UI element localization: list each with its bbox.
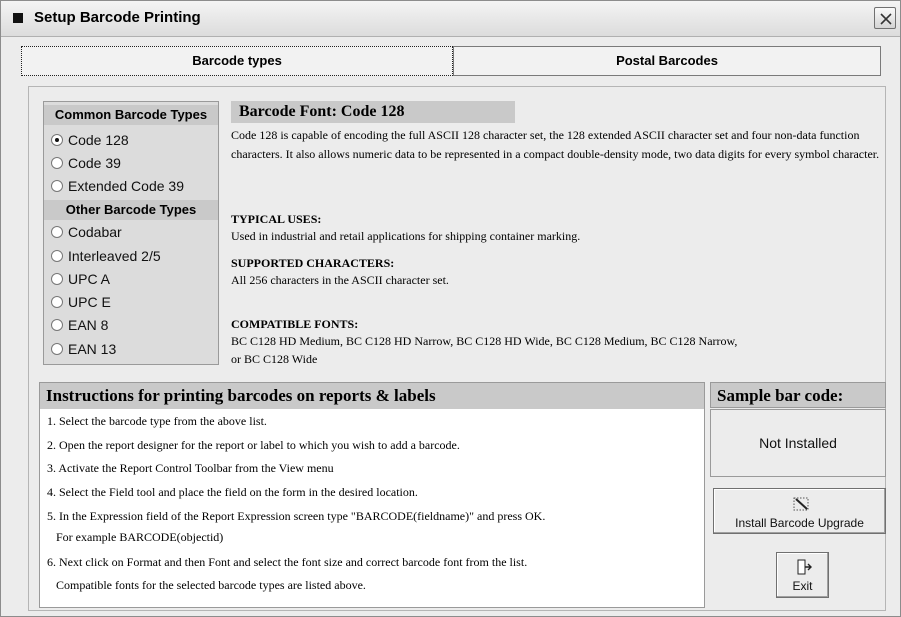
instruction-line: 4. Select the Field tool and place the f…: [47, 485, 418, 499]
radio-label: Code 39: [68, 155, 121, 171]
instruction-line: 6. Next click on Format and then Font an…: [47, 555, 528, 569]
radio-label: Codabar: [68, 224, 122, 240]
radio-label: Interleaved 2/5: [68, 248, 161, 264]
radio-label: Code 128: [68, 132, 129, 148]
radio-label: EAN 13: [68, 341, 117, 357]
tab-barcode-types[interactable]: Barcode types: [21, 46, 453, 76]
radio-icon: [51, 226, 63, 238]
radio-extended-code-39[interactable]: Extended Code 39: [51, 175, 184, 197]
typical-uses-heading: TYPICAL USES:: [231, 212, 322, 226]
instruction-line: 5. In the Expression field of the Report…: [47, 509, 546, 523]
exit-button-label: Exit: [792, 579, 813, 593]
radio-ean-13[interactable]: EAN 13: [51, 338, 116, 360]
radio-icon: [51, 180, 63, 192]
window-title: Setup Barcode Printing: [34, 9, 201, 26]
radio-upc-a[interactable]: UPC A: [51, 268, 110, 290]
radio-icon: [51, 273, 63, 285]
radio-label: UPC E: [68, 294, 111, 310]
radio-icon: [51, 296, 63, 308]
exit-button[interactable]: Exit: [776, 552, 829, 598]
radio-upc-e[interactable]: UPC E: [51, 291, 111, 313]
close-icon: [880, 13, 892, 25]
radio-code-128[interactable]: Code 128: [51, 129, 129, 151]
other-types-header: Other Barcode Types: [44, 200, 218, 220]
radio-codabar[interactable]: Codabar: [51, 221, 122, 243]
radio-label: EAN 8: [68, 317, 109, 333]
instruction-line: 3. Activate the Report Control Toolbar f…: [47, 461, 334, 475]
instruction-line: For example BARCODE(objectid): [47, 530, 224, 544]
typical-uses-text: Used in industrial and retail applicatio…: [231, 229, 581, 243]
title-bar[interactable]: Setup Barcode Printing: [1, 1, 900, 37]
barcode-type-list: Common Barcode Types Code 128 Code 39 Ex…: [43, 101, 219, 365]
compatible-fonts-text: BC C128 HD Medium, BC C128 HD Narrow, BC…: [231, 334, 738, 366]
common-types-header: Common Barcode Types: [44, 105, 218, 125]
instructions-title: Instructions for printing barcodes on re…: [40, 383, 704, 409]
install-icon: [793, 497, 809, 511]
radio-icon: [51, 319, 63, 331]
tab-postal-barcodes[interactable]: Postal Barcodes: [453, 46, 881, 76]
sample-barcode-title: Sample bar code:: [710, 382, 886, 408]
radio-selected-icon: [51, 134, 63, 146]
tab-strip: Barcode types Postal Barcodes: [21, 46, 881, 76]
radio-label: Extended Code 39: [68, 178, 184, 194]
radio-icon: [51, 343, 63, 355]
radio-label: UPC A: [68, 271, 111, 287]
barcode-font-title: Barcode Font: Code 128: [231, 101, 515, 123]
sample-barcode-status: Not Installed: [710, 409, 886, 477]
exit-door-icon: [797, 559, 812, 575]
compatible-fonts-heading: COMPATIBLE FONTS:: [231, 317, 359, 331]
instructions-panel: Instructions for printing barcodes on re…: [39, 382, 705, 608]
install-button-label: Install Barcode Upgrade: [735, 516, 864, 530]
instruction-line: Compatible fonts for the selected barcod…: [47, 578, 366, 592]
radio-interleaved-2-5[interactable]: Interleaved 2/5: [51, 245, 161, 267]
instruction-line: 2. Open the report designer for the repo…: [47, 438, 460, 452]
barcode-description: Code 128 is capable of encoding the full…: [231, 128, 880, 161]
close-button[interactable]: [874, 7, 896, 29]
instruction-line: 1. Select the barcode type from the abov…: [47, 414, 267, 428]
radio-ean-8[interactable]: EAN 8: [51, 314, 108, 336]
radio-code-39[interactable]: Code 39: [51, 152, 121, 174]
supported-characters-heading: SUPPORTED CHARACTERS:: [231, 256, 395, 270]
radio-icon: [51, 250, 63, 262]
install-barcode-upgrade-button[interactable]: Install Barcode Upgrade: [713, 488, 886, 534]
supported-characters-text: All 256 characters in the ASCII characte…: [231, 273, 449, 287]
radio-icon: [51, 157, 63, 169]
setup-barcode-window: Setup Barcode Printing Barcode types Pos…: [0, 0, 901, 617]
window-menu-icon[interactable]: [13, 13, 23, 23]
